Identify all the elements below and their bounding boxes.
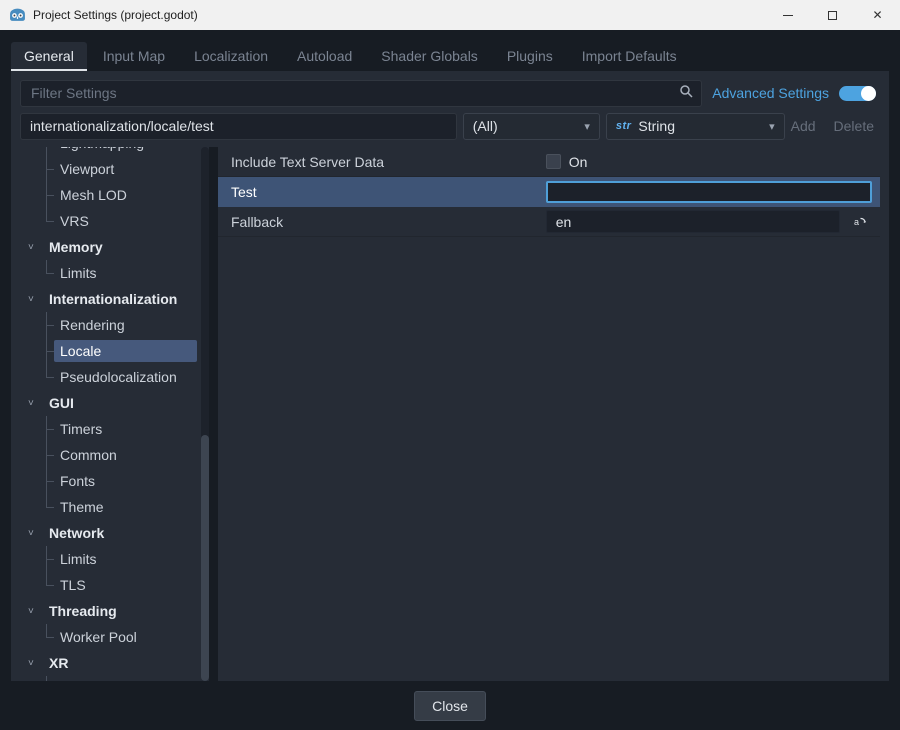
include-text-server-data-checkbox[interactable]	[546, 154, 561, 169]
sidebar-item-rendering[interactable]: Rendering	[20, 312, 209, 338]
maximize-button[interactable]	[810, 0, 855, 30]
chevron-expanded-icon	[28, 606, 38, 617]
locale-picker-button[interactable]: a	[848, 210, 872, 234]
sidebar-item-mesh-lod[interactable]: Mesh LOD	[20, 182, 209, 208]
sidebar-section-xr[interactable]: XR	[20, 650, 209, 676]
tab-shader-globals[interactable]: Shader Globals	[368, 42, 491, 71]
type-value: String	[638, 118, 675, 134]
project-settings-dialog: General Input Map Localization Autoload …	[0, 30, 900, 730]
sidebar-item-worker-pool[interactable]: Worker Pool	[20, 624, 209, 650]
chevron-down-icon: ▾	[769, 120, 775, 133]
tab-general[interactable]: General	[11, 42, 87, 71]
close-dialog-button[interactable]: Close	[414, 691, 486, 721]
sidebar-item-timers[interactable]: Timers	[20, 416, 209, 442]
sidebar-section-memory[interactable]: Memory	[20, 234, 209, 260]
sidebar-section-network[interactable]: Network	[20, 520, 209, 546]
tab-autoload[interactable]: Autoload	[284, 42, 365, 71]
sidebar-scrollbar-thumb[interactable]	[201, 435, 209, 681]
sidebar-item-limits[interactable]: Limits	[20, 260, 209, 286]
sidebar-item-lightmapping[interactable]: Lightmapping	[20, 147, 209, 156]
window-title: Project Settings (project.godot)	[33, 8, 765, 22]
settings-tree-sidebar: Lightmapping Viewport Mesh LOD VRS Memor…	[20, 147, 209, 681]
close-icon: ✕	[872, 9, 882, 21]
chevron-expanded-icon	[28, 658, 38, 669]
test-value-input[interactable]	[546, 181, 872, 203]
advanced-settings-label: Advanced Settings	[712, 85, 829, 101]
sidebar-item-pseudolocalization[interactable]: Pseudolocalization	[20, 364, 209, 390]
close-window-button[interactable]: ✕	[855, 0, 900, 30]
search-icon	[679, 84, 693, 103]
sidebar-item-tls[interactable]: TLS	[20, 572, 209, 598]
filter-settings-searchbox[interactable]	[20, 80, 702, 107]
property-label: Fallback	[218, 214, 546, 230]
dialog-footer: Close	[11, 681, 889, 730]
chevron-expanded-icon	[28, 242, 38, 253]
add-button[interactable]: Add	[791, 118, 816, 134]
svg-text:a: a	[854, 217, 859, 227]
tab-plugins[interactable]: Plugins	[494, 42, 566, 71]
sidebar-item-fonts[interactable]: Fonts	[20, 468, 209, 494]
settings-body: Lightmapping Viewport Mesh LOD VRS Memor…	[20, 147, 880, 681]
filter-row: Advanced Settings	[20, 79, 880, 107]
type-dropdown[interactable]: str String ▾	[606, 113, 785, 140]
minimize-icon	[783, 15, 793, 16]
sidebar-item-common[interactable]: Common	[20, 442, 209, 468]
property-path-input[interactable]	[20, 113, 457, 140]
advanced-settings-toggle[interactable]	[839, 86, 876, 101]
sidebar-item-viewport[interactable]: Viewport	[20, 156, 209, 182]
checkbox-on-label: On	[569, 154, 588, 170]
delete-button[interactable]: Delete	[834, 118, 874, 134]
fallback-value-input[interactable]	[546, 210, 840, 233]
feature-filter-dropdown[interactable]: (All) ▾	[463, 113, 600, 140]
minimize-button[interactable]	[765, 0, 810, 30]
sidebar-scrollbar-track[interactable]	[201, 147, 209, 681]
property-label: Include Text Server Data	[218, 154, 546, 170]
window-titlebar: Project Settings (project.godot) ✕	[0, 0, 900, 30]
sidebar-item-openxr[interactable]: OpenXR	[20, 676, 209, 681]
property-row-include-text-server-data[interactable]: Include Text Server Data On	[218, 147, 880, 177]
locale-picker-icon: a	[853, 215, 867, 229]
sidebar-item-theme[interactable]: Theme	[20, 494, 209, 520]
property-row-fallback[interactable]: Fallback a	[218, 207, 880, 237]
sidebar-section-threading[interactable]: Threading	[20, 598, 209, 624]
sidebar-main-divider	[209, 147, 218, 681]
sidebar-item-vrs[interactable]: VRS	[20, 208, 209, 234]
chevron-expanded-icon	[28, 528, 38, 539]
maximize-icon	[828, 11, 837, 20]
locale-properties-panel: Include Text Server Data On Test Fallbac…	[218, 147, 880, 681]
property-add-bar: (All) ▾ str String ▾ Add Delete	[20, 112, 880, 140]
filter-settings-input[interactable]	[29, 84, 679, 102]
sidebar-section-internationalization[interactable]: Internationalization	[20, 286, 209, 312]
chevron-down-icon: ▾	[584, 120, 590, 133]
sidebar-item-network-limits[interactable]: Limits	[20, 546, 209, 572]
tab-localization[interactable]: Localization	[181, 42, 281, 71]
settings-tabbar: General Input Map Localization Autoload …	[11, 42, 889, 71]
tab-input-map[interactable]: Input Map	[90, 42, 178, 71]
property-row-test[interactable]: Test	[218, 177, 880, 207]
chevron-expanded-icon	[28, 398, 38, 409]
sidebar-item-locale[interactable]: Locale	[20, 338, 209, 364]
tab-import-defaults[interactable]: Import Defaults	[569, 42, 690, 71]
string-type-icon: str	[616, 120, 632, 132]
godot-logo-icon	[9, 7, 26, 24]
sidebar-section-gui[interactable]: GUI	[20, 390, 209, 416]
toggle-knob	[861, 86, 876, 101]
property-label: Test	[218, 184, 546, 200]
chevron-expanded-icon	[28, 294, 38, 305]
feature-filter-value: (All)	[473, 118, 498, 134]
general-settings-panel: Advanced Settings (All) ▾ str String ▾ A…	[11, 71, 889, 681]
